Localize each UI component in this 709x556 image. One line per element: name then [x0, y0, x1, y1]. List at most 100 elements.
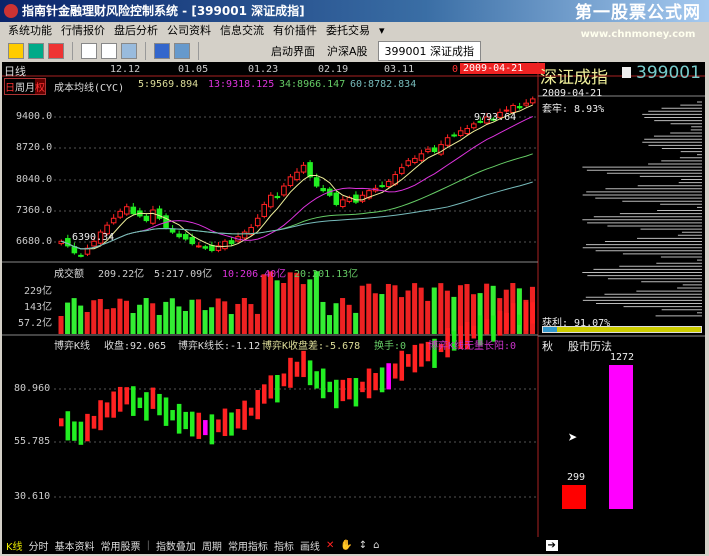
- indicator-candle: [137, 397, 143, 409]
- ind-length: 博弈K线长:-1.12: [178, 341, 261, 352]
- indicator-candle: [294, 361, 300, 377]
- lock-icon[interactable]: ⌂: [373, 540, 379, 551]
- indicator-candle: [373, 373, 378, 391]
- indicators-button[interactable]: 指标: [274, 538, 294, 553]
- mouse-cursor-icon: ➤: [568, 428, 578, 447]
- bottom-toolbar: K线 分时 基本资料 常用股票 | 指数叠加 周期 常用指标 指标 画线 ✕ ✋…: [2, 537, 705, 554]
- magenta-bar-value: 1272: [610, 352, 635, 363]
- indicator-candle: [360, 381, 365, 393]
- volume-bar: [444, 290, 450, 334]
- updown-icon[interactable]: ↕: [359, 540, 367, 551]
- ind-title: 博弈K线: [54, 341, 91, 352]
- indicator-candle: [59, 418, 64, 427]
- stock-name: 深证成指: [540, 68, 608, 88]
- indicator-candle: [314, 371, 319, 389]
- chart-screen: 日线 12.12 01.05 01.23 02.19 03.11 0 2009-…: [2, 62, 705, 537]
- index-overlay-button[interactable]: 指数叠加: [156, 538, 196, 553]
- menu-system[interactable]: 系统功能: [8, 22, 52, 40]
- volume-bar: [130, 313, 136, 334]
- alert-icon[interactable]: [48, 43, 64, 59]
- ind-tick: 30.610: [14, 491, 51, 502]
- tab-day[interactable]: 日: [5, 79, 15, 94]
- indicator-candle: [117, 386, 123, 412]
- candle: [130, 206, 137, 215]
- chart-icon[interactable]: [101, 43, 117, 59]
- candle: [457, 130, 464, 136]
- date-tick: 01.23: [248, 64, 279, 75]
- candle: [405, 160, 412, 166]
- volume-bar: [392, 285, 398, 334]
- volume-bar: [163, 301, 169, 334]
- draw-button[interactable]: 画线: [300, 538, 320, 553]
- chart-canvas[interactable]: [2, 62, 705, 537]
- ind-diff: 博弈K收盘差:-5.678: [262, 341, 361, 352]
- hand-icon[interactable]: ✋: [340, 540, 352, 551]
- common-indicators-button[interactable]: 常用指标: [228, 538, 268, 553]
- candle: [529, 98, 536, 104]
- candle: [425, 148, 431, 153]
- close-icon[interactable]: ✕: [326, 540, 334, 551]
- menu-company[interactable]: 公司资料: [167, 22, 211, 40]
- arrow-right-icon[interactable]: ➔: [545, 540, 558, 551]
- tab-rights[interactable]: 权: [35, 79, 45, 94]
- candle: [418, 153, 425, 161]
- indicator-candle: [124, 387, 130, 405]
- doc-icon[interactable]: [622, 67, 631, 78]
- table-icon[interactable]: [81, 43, 97, 59]
- hs-a-share-button[interactable]: 沪深A股: [323, 43, 372, 59]
- start-page-button[interactable]: 启动界面: [267, 43, 319, 59]
- stats-icon[interactable]: [174, 43, 190, 59]
- period-button[interactable]: 周期: [202, 538, 222, 553]
- indicator-candle: [242, 400, 247, 430]
- candle: [333, 192, 340, 205]
- vol-ma10: 10:206.40亿: [222, 269, 287, 280]
- volume-bar: [84, 311, 90, 334]
- menu-more-icon[interactable]: ▾: [379, 22, 385, 40]
- candle: [143, 215, 150, 222]
- tab-kline[interactable]: K线: [6, 538, 23, 553]
- volume-bar: [438, 283, 444, 334]
- menu-trade[interactable]: 委托交易: [326, 22, 370, 40]
- indicator-candle: [347, 378, 352, 400]
- indicator-candle: [150, 387, 156, 409]
- volume-bar: [78, 305, 84, 334]
- candle: [117, 210, 123, 218]
- indicator-candle: [268, 375, 274, 399]
- volume-bar: [248, 304, 254, 334]
- vol-ma20: 20:201.13亿: [294, 269, 359, 280]
- candle: [431, 147, 438, 153]
- menu-quotes[interactable]: 行情报价: [61, 22, 105, 40]
- menu-analysis[interactable]: 盘后分析: [114, 22, 158, 40]
- ma5: 5:9569.894: [138, 79, 199, 90]
- volume-bar: [235, 303, 241, 334]
- ma-title: 成本均线(CYC): [54, 83, 125, 94]
- candle: [451, 134, 457, 137]
- low-label: 6390.34: [72, 232, 115, 243]
- menu-info[interactable]: 信息交流: [220, 22, 264, 40]
- indicator-candle: [157, 393, 162, 416]
- tab-week[interactable]: 周: [15, 79, 25, 94]
- indicator-candle: [523, 301, 529, 331]
- help-icon[interactable]: [8, 43, 24, 59]
- candle: [202, 246, 209, 249]
- report-icon[interactable]: [121, 43, 137, 59]
- date-tick: 03.11: [384, 64, 415, 75]
- tab-common-stocks[interactable]: 常用股票: [101, 538, 141, 553]
- menu-plugins[interactable]: 有价插件: [273, 22, 317, 40]
- toolbar: 启动界面 沪深A股 399001 深证成指: [0, 40, 709, 62]
- current-stock-tab[interactable]: 399001 深证成指: [377, 41, 482, 61]
- volume-bar: [425, 300, 431, 334]
- tag-icon[interactable]: [154, 43, 170, 59]
- volume-bar: [359, 285, 365, 334]
- volume-bar: [372, 293, 378, 334]
- tab-month[interactable]: 月: [25, 79, 35, 94]
- tab-fundamentals[interactable]: 基本资料: [55, 538, 95, 553]
- candle: [385, 180, 392, 188]
- volume-bar: [241, 298, 247, 334]
- candle: [274, 195, 281, 199]
- candle: [398, 167, 405, 174]
- tab-intraday[interactable]: 分时: [29, 538, 49, 553]
- screen-icon[interactable]: [28, 43, 44, 59]
- indicator-candle: [196, 412, 202, 439]
- volume-bar: [346, 304, 352, 334]
